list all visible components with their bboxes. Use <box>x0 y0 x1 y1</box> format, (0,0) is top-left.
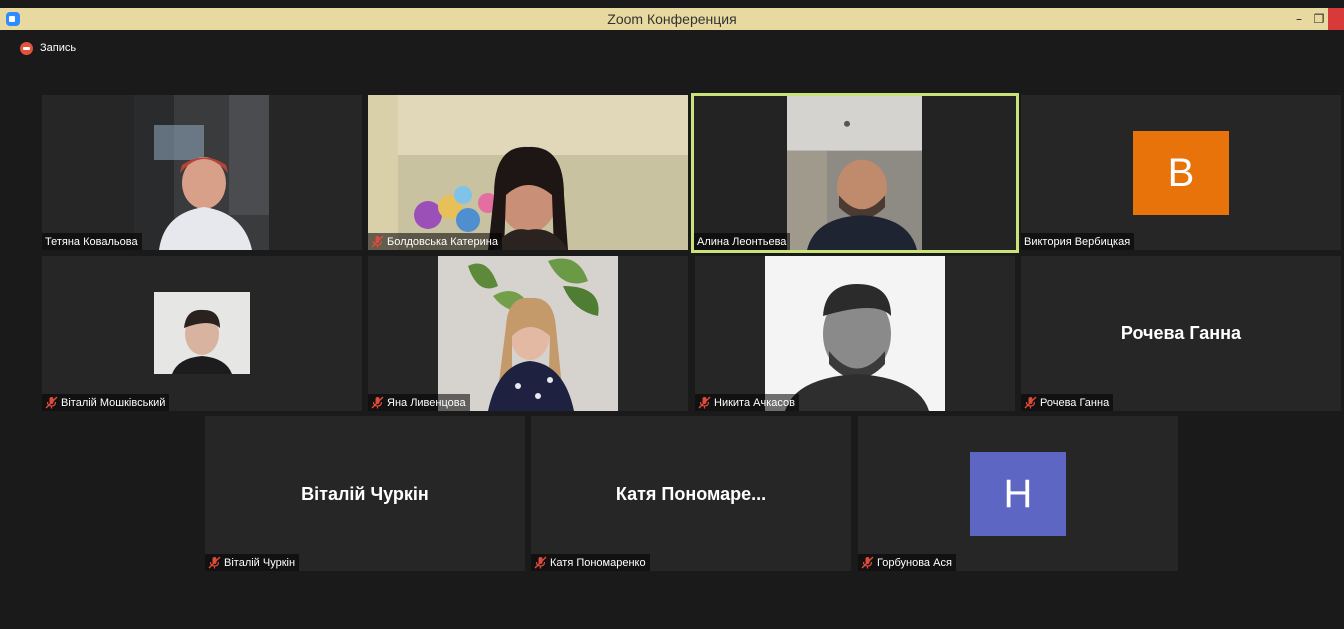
mic-muted-icon <box>1024 396 1037 409</box>
participant-avatar: В <box>1133 131 1229 215</box>
participant-name: Алина Леонтьева <box>697 235 787 248</box>
mic-muted-icon <box>534 556 547 569</box>
participant-tile[interactable]: Катя Пономаре... Катя Пономаренко <box>531 416 851 571</box>
participant-name: Віталій Чуркін <box>224 556 296 569</box>
participant-name: Катя Пономаренко <box>550 556 646 569</box>
avatar-letter: Н <box>1003 471 1033 516</box>
participant-name-tag: Віталій Чуркін <box>205 554 300 571</box>
participant-name-tag: Горбунова Ася <box>858 554 956 571</box>
participant-name-tag: Болдовська Катерина <box>368 233 502 250</box>
participant-name: Никита Ачкасов <box>714 396 795 409</box>
participant-tile[interactable]: Болдовська Катерина <box>368 95 688 250</box>
restore-button[interactable]: ❐ <box>1308 8 1330 30</box>
participant-tile[interactable]: Яна Ливенцова <box>368 256 688 411</box>
participant-display-name: Катя Пономаре... <box>615 484 767 504</box>
recording-label: Запись <box>40 42 77 54</box>
participant-video <box>787 96 922 250</box>
window-title: Zoom Конференция <box>607 11 737 27</box>
title-bar: Zoom Конференция – ❐ <box>0 8 1344 30</box>
mic-muted-icon <box>698 396 711 409</box>
mic-muted-icon <box>861 556 874 569</box>
recording-indicator[interactable]: Запись <box>20 40 76 56</box>
mic-muted-icon <box>45 396 58 409</box>
close-button[interactable] <box>1328 8 1344 30</box>
recording-icon <box>20 41 33 55</box>
participant-tile-active-speaker[interactable]: Алина Леонтьева <box>691 93 1019 253</box>
participant-name: Яна Ливенцова <box>387 396 466 409</box>
participant-name: Горбунова Ася <box>877 556 952 569</box>
mic-muted-icon <box>371 235 384 248</box>
participant-name-tag: Катя Пономаренко <box>531 554 650 571</box>
participant-tile[interactable]: Віталій Чуркін Віталій Чуркін <box>205 416 525 571</box>
mic-muted-icon <box>371 396 384 409</box>
participant-video <box>154 292 250 374</box>
mic-muted-icon <box>208 556 221 569</box>
participant-name: Віталій Мошківський <box>61 396 166 409</box>
participant-video <box>368 95 688 250</box>
participant-name: Болдовська Катерина <box>387 235 498 248</box>
participant-name-tag: Тетяна Ковальова <box>42 233 142 250</box>
participant-tile[interactable]: Н Горбунова Ася <box>858 416 1178 571</box>
participant-video <box>765 256 945 411</box>
participant-name-tag: Никита Ачкасов <box>695 394 799 411</box>
participant-tile[interactable]: Рочева Ганна Рочева Ганна <box>1021 256 1341 411</box>
participant-display-name: Віталій Чуркін <box>301 484 429 504</box>
avatar-letter: В <box>1167 150 1195 195</box>
participant-tile[interactable]: Тетяна Ковальова <box>42 95 362 250</box>
participant-name-tag: Алина Леонтьева <box>694 233 791 250</box>
participant-name-tag: Рочева Ганна <box>1021 394 1114 411</box>
participant-tile[interactable]: Никита Ачкасов <box>695 256 1015 411</box>
participant-name: Виктория Вербицкая <box>1024 235 1131 248</box>
participant-video <box>438 256 618 411</box>
participant-video <box>134 95 269 250</box>
participant-display-name: Рочева Ганна <box>1120 323 1242 343</box>
participant-tile[interactable]: Віталій Мошківський <box>42 256 362 411</box>
participant-tile[interactable]: В Виктория Вербицкая <box>1021 95 1341 250</box>
participant-name-tag: Віталій Мошківський <box>42 394 170 411</box>
participant-name: Тетяна Ковальова <box>45 235 138 248</box>
participant-name-tag: Виктория Вербицкая <box>1021 233 1135 250</box>
participant-avatar: Н <box>970 452 1066 536</box>
minimize-button[interactable]: – <box>1288 8 1310 30</box>
participant-name: Рочева Ганна <box>1040 396 1110 409</box>
participant-name-tag: Яна Ливенцова <box>368 394 470 411</box>
